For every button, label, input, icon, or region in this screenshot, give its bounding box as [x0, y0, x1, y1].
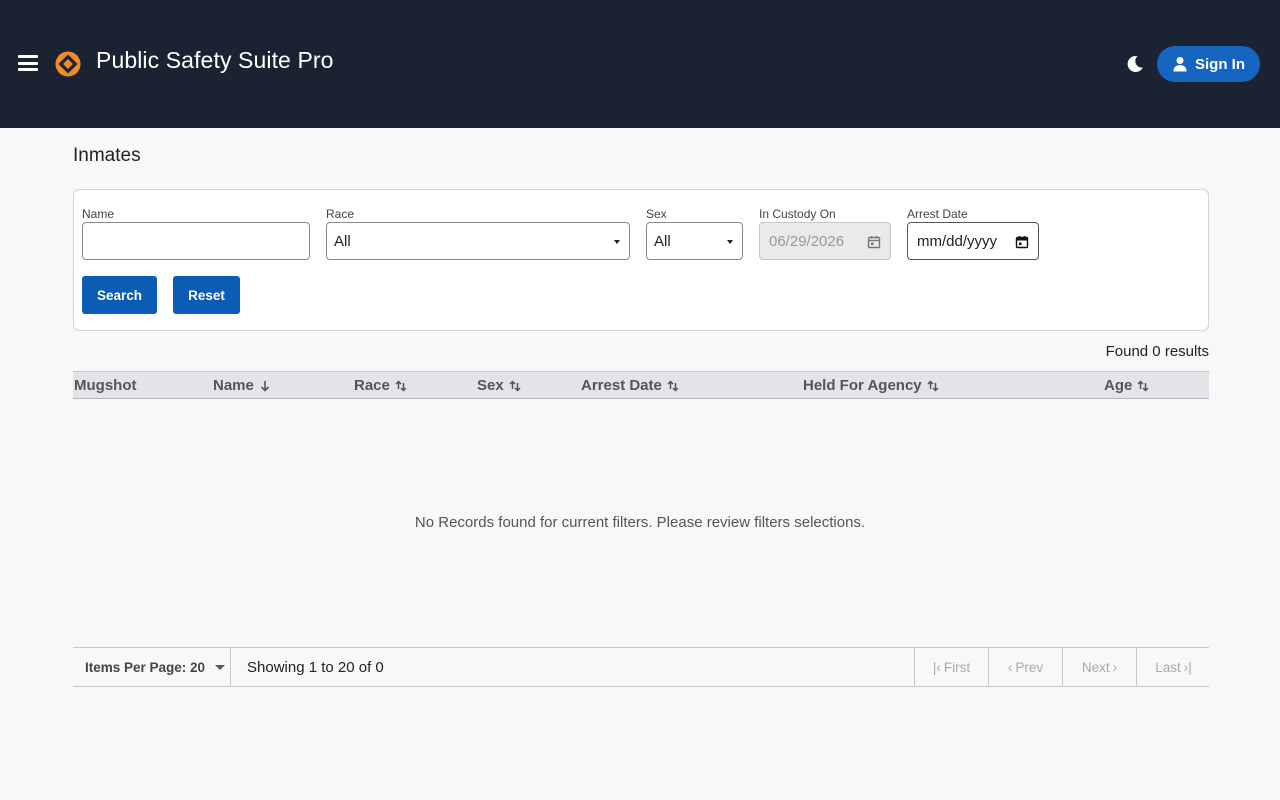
column-label: Age [1104, 377, 1133, 394]
column-header-name[interactable]: Name [213, 377, 271, 394]
last-page-icon: ›| [1183, 659, 1192, 675]
empty-state-message: No Records found for current filters. Pl… [414, 514, 866, 531]
search-button[interactable]: Search [82, 276, 157, 314]
sex-select[interactable]: All [646, 222, 743, 260]
app-logo-icon [55, 51, 81, 77]
sign-in-label: Sign In [1195, 55, 1245, 73]
column-header-mugshot: Mugshot [74, 377, 136, 394]
column-label: Name [213, 377, 254, 394]
column-header-race[interactable]: Race [354, 377, 407, 394]
last-page-button[interactable]: Last ›| [1136, 648, 1210, 686]
column-label: Sex [477, 377, 504, 394]
reset-button[interactable]: Reset [173, 276, 240, 314]
first-page-label: First [943, 659, 971, 675]
prev-page-button[interactable]: ‹ Prev [988, 648, 1062, 686]
arrest-date-label: Arrest Date [907, 207, 968, 221]
results-count: Found 0 results [1105, 343, 1209, 360]
filter-panel: Name Race All Sex All In Custody On 06/2… [73, 189, 1209, 331]
arrest-date-value: mm/dd/yyyy [917, 232, 998, 250]
column-header-sex[interactable]: Sex [477, 377, 521, 394]
sort-icon [395, 379, 407, 392]
column-label: Race [354, 377, 390, 394]
race-filter-label: Race [326, 207, 355, 221]
chevron-right-icon: › [1112, 659, 1118, 675]
sort-icon [509, 379, 521, 392]
name-input[interactable] [82, 222, 310, 260]
race-select-value: All [334, 232, 351, 250]
next-page-button[interactable]: Next › [1062, 648, 1136, 686]
column-header-held-for-agency[interactable]: Held For Agency [803, 377, 939, 394]
calendar-icon[interactable] [1015, 235, 1029, 249]
next-page-label: Next [1081, 659, 1110, 675]
column-label: Arrest Date [581, 377, 662, 394]
custody-date-input[interactable]: 06/29/2026 [759, 222, 891, 260]
sort-descending-icon [260, 380, 269, 392]
last-page-label: Last [1155, 659, 1181, 675]
caret-down-icon [215, 664, 226, 670]
chevron-left-icon: ‹ [1007, 659, 1013, 675]
sex-select-value: All [654, 232, 671, 250]
sort-icon [1137, 379, 1149, 392]
top-navigation-bar: Public Safety Suite Pro Sign In [0, 0, 1280, 128]
moon-icon[interactable] [1125, 54, 1145, 74]
race-select[interactable]: All [326, 222, 630, 260]
hamburger-menu-icon[interactable] [18, 55, 38, 71]
sort-icon [927, 379, 939, 392]
column-label: Held For Agency [803, 377, 922, 394]
custody-date-label: In Custody On [759, 207, 836, 221]
app-title: Public Safety Suite Pro [96, 47, 334, 73]
pagination-bar: Items Per Page: 20 Showing 1 to 20 of 0 … [73, 647, 1209, 687]
sort-icon [667, 379, 679, 392]
user-icon [1173, 57, 1187, 72]
column-header-arrest-date[interactable]: Arrest Date [581, 377, 679, 394]
sign-in-button[interactable]: Sign In [1157, 46, 1260, 82]
showing-range-text: Showing 1 to 20 of 0 [247, 659, 384, 676]
prev-page-label: Prev [1015, 659, 1044, 675]
calendar-icon[interactable] [867, 235, 881, 249]
page-title: Inmates [73, 145, 141, 166]
column-label: Mugshot [74, 377, 137, 394]
first-page-button[interactable]: |‹ First [914, 648, 988, 686]
column-header-age[interactable]: Age [1104, 377, 1149, 394]
sex-filter-label: Sex [646, 207, 667, 221]
items-per-page-select[interactable]: Items Per Page: 20 [73, 648, 231, 686]
arrest-date-input[interactable]: mm/dd/yyyy [907, 222, 1039, 260]
custody-date-value: 06/29/2026 [769, 232, 845, 250]
table-header: Mugshot Name Race Sex Arrest Date Held F… [73, 371, 1209, 399]
first-page-icon: |‹ [932, 659, 941, 675]
caret-down-icon [727, 240, 733, 244]
caret-down-icon [614, 240, 620, 244]
name-filter-label: Name [82, 207, 115, 221]
items-per-page-label: Items Per Page: 20 [85, 659, 206, 675]
